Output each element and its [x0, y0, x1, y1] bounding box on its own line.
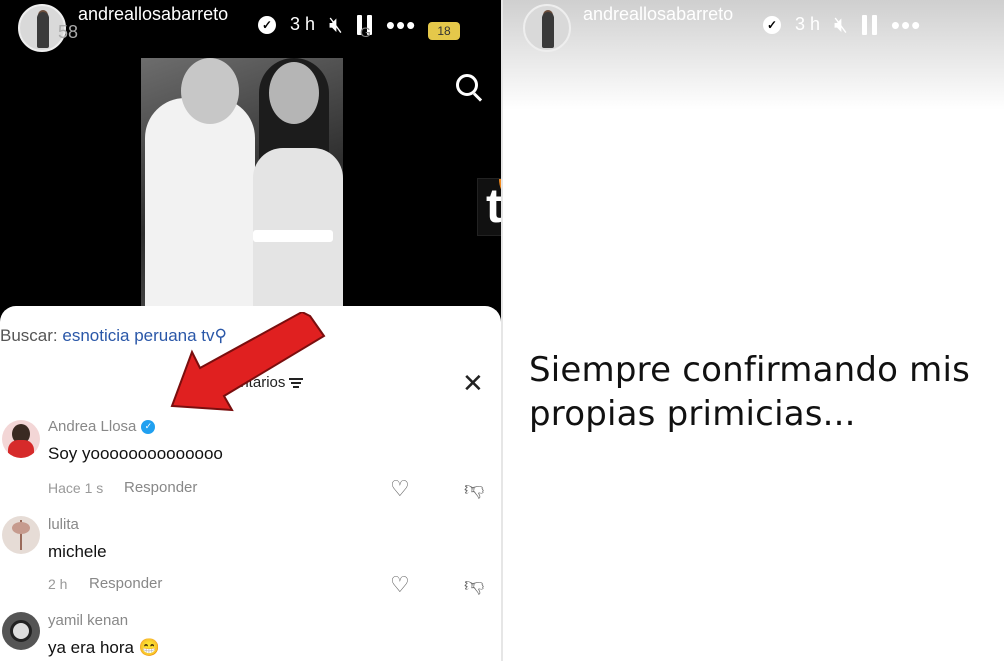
more-icon[interactable]: ••• — [386, 12, 416, 38]
story-time: 3 h — [290, 14, 316, 34]
photo-figure-man-head — [181, 58, 239, 124]
reply-button[interactable]: Responder — [89, 575, 162, 592]
mute-icon[interactable]: 🔇︎ — [834, 13, 848, 35]
comment-author-name: Andrea Llosa — [48, 418, 137, 435]
header-meta: ✓ 3 h 🔇︎ ••• — [258, 12, 416, 38]
reply-button[interactable]: Responder — [124, 479, 197, 496]
right-story: andreallosabarreto ✓ 3 h 🔇︎ ••• Siempre … — [503, 0, 1004, 661]
comment-text: Soy yoooooooooooooo — [48, 444, 223, 463]
photo-figure-woman-head — [269, 62, 319, 124]
avatar[interactable] — [523, 4, 571, 52]
dislike-icon[interactable]: 👎︎ — [464, 575, 484, 595]
comment-author-name: lulita — [48, 516, 79, 533]
grin-emoji: 😁 — [138, 638, 160, 657]
logo-letter: t — [486, 180, 501, 233]
comment-author-name: yamil kenan — [48, 612, 129, 629]
story-text-line-1: Siempre confirmando mis — [529, 350, 971, 390]
header-meta: ✓ 3 h 🔇︎ ••• — [763, 12, 921, 38]
battery-badge: 18 — [428, 22, 460, 40]
comment-time: 2 h — [48, 576, 68, 592]
photo-figure-woman — [253, 148, 343, 306]
red-arrow — [170, 312, 326, 412]
search-label: Buscar: — [0, 326, 58, 345]
comment-time: Hace 1 s — [48, 480, 104, 496]
comment-author[interactable]: yamil kenan — [48, 612, 128, 629]
search-icon-handle — [472, 92, 483, 102]
avatar[interactable] — [2, 516, 40, 554]
status-bar-ghost: 58 — [58, 22, 79, 42]
verified-icon: ✓ — [141, 419, 156, 434]
photo-belt — [253, 230, 333, 242]
close-icon[interactable]: ✕ — [462, 370, 484, 396]
heart-icon[interactable]: ♡ — [390, 478, 410, 500]
comment-text: michele — [48, 542, 107, 561]
verified-icon: ✓ — [258, 15, 276, 34]
more-icon[interactable]: ••• — [891, 12, 921, 38]
photo-figure-man — [145, 98, 255, 306]
left-story: andreallosabarreto ✓ 3 h 🔇︎ ••• 58 G 18 … — [0, 0, 501, 661]
pause-icon[interactable] — [861, 14, 877, 35]
story-text: Siempre confirmando mis propias primicia… — [529, 348, 970, 436]
status-bar-network: G — [360, 24, 371, 40]
story-photo — [141, 58, 343, 306]
dislike-icon[interactable]: 👎︎ — [464, 479, 484, 499]
comment-author[interactable]: lulita — [48, 516, 79, 533]
logo-watermark: t — [477, 178, 501, 236]
comment-text: ya era hora 😁 — [48, 638, 160, 658]
avatar[interactable] — [2, 612, 40, 650]
verified-icon: ✓ — [763, 15, 781, 34]
comment-text-body: ya era hora — [48, 638, 134, 657]
story-header: andreallosabarreto ✓ 3 h 🔇︎ ••• — [503, 0, 1004, 60]
username[interactable]: andreallosabarreto — [583, 4, 751, 24]
story-text-line-2: propias primicias... — [529, 394, 856, 434]
heart-icon[interactable]: ♡ — [390, 574, 410, 596]
comment-author[interactable]: Andrea Llosa ✓ — [48, 418, 156, 435]
stories-comparison: andreallosabarreto ✓ 3 h 🔇︎ ••• 58 G 18 … — [0, 0, 1004, 661]
avatar[interactable] — [2, 420, 40, 458]
story-time: 3 h — [795, 14, 821, 34]
username[interactable]: andreallosabarreto — [78, 4, 246, 24]
mute-icon[interactable]: 🔇︎ — [329, 13, 343, 35]
